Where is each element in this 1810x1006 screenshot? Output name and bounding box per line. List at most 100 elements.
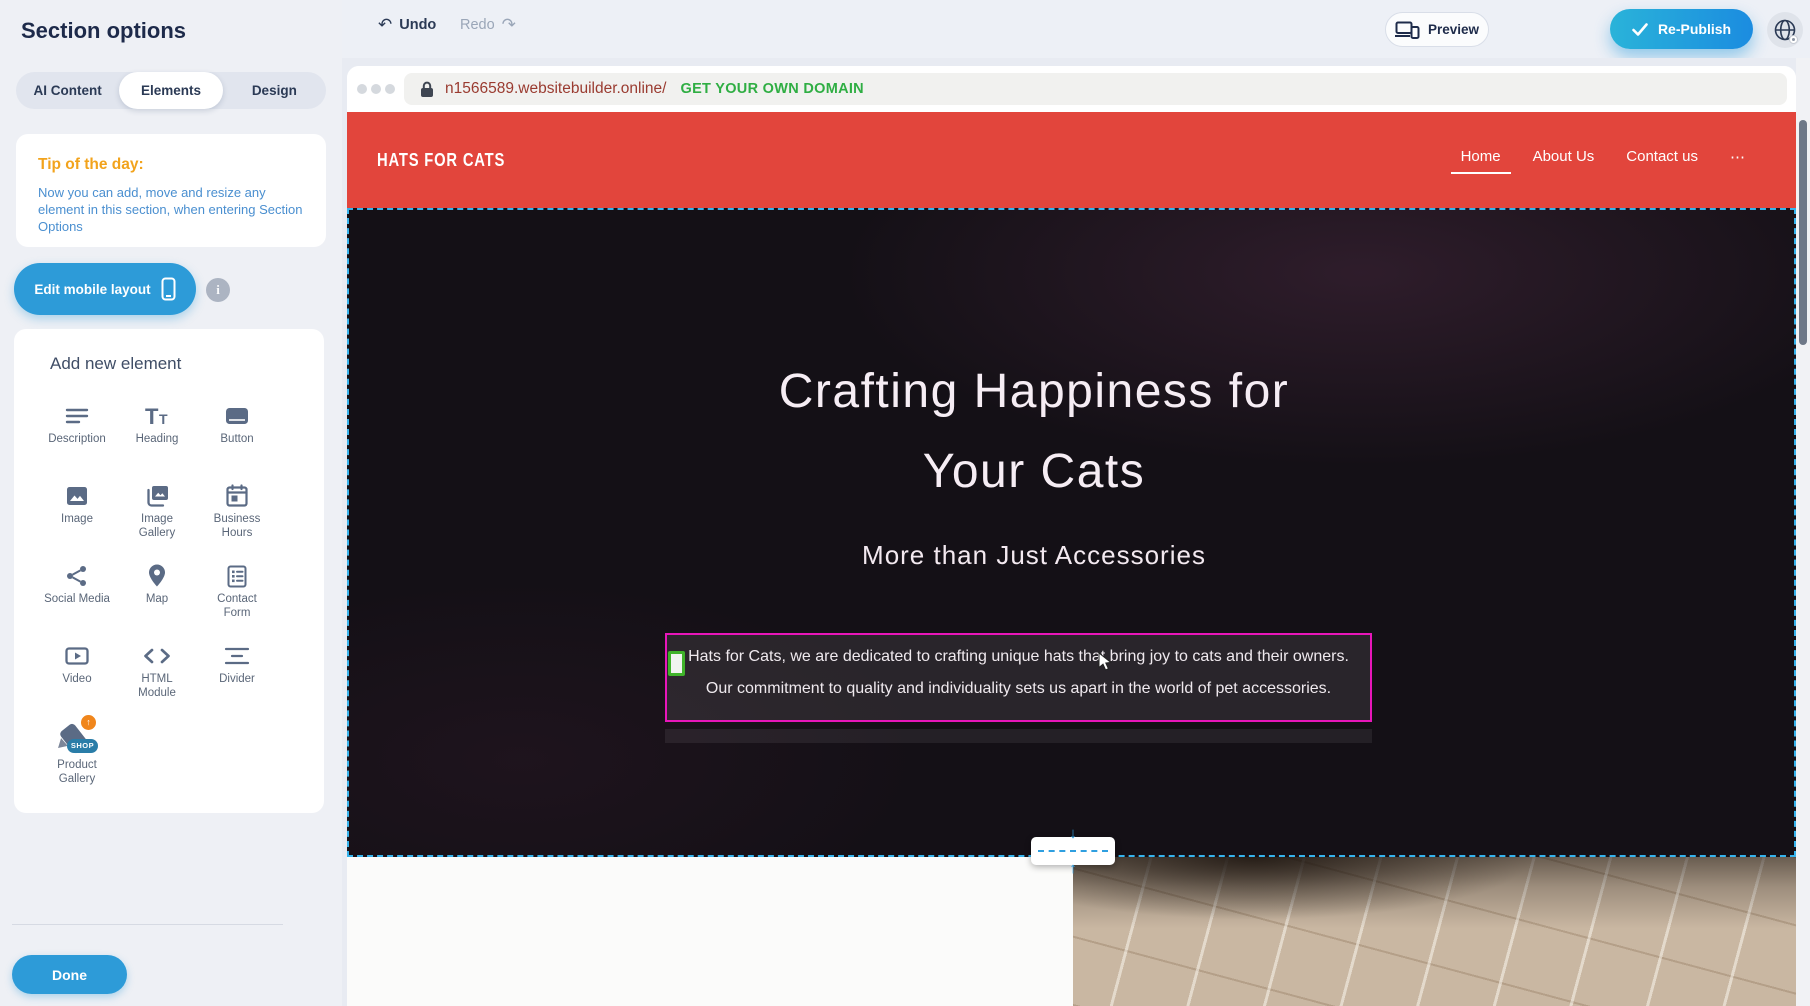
element-item-video[interactable]: Video: [37, 639, 117, 719]
resize-arrow-up-icon: ↑: [1069, 860, 1077, 877]
element-label: Contact Form: [217, 593, 257, 620]
republish-button[interactable]: Re-Publish: [1610, 9, 1753, 49]
globe-status-dot: [1789, 35, 1798, 44]
canvas-scrollbar-track: [1796, 58, 1810, 1006]
nav-item-about-us[interactable]: About Us: [1533, 148, 1595, 174]
section-options-panel: Section options AI Content Elements Desi…: [0, 0, 342, 1006]
map-pin-icon: [143, 559, 171, 593]
hero-heading-line1[interactable]: Crafting Happiness for: [347, 352, 1721, 432]
browser-chrome-bar: n1566589.websitebuilder.online/ GET YOUR…: [347, 66, 1796, 112]
hero-subheading[interactable]: More than Just Accessories: [347, 540, 1721, 571]
element-item-map[interactable]: Map: [117, 559, 197, 639]
html-module-icon: [142, 639, 172, 673]
nav-item-contact-us[interactable]: Contact us: [1626, 148, 1698, 174]
add-new-element-title: Add new element: [50, 354, 181, 374]
element-label: Button: [220, 433, 253, 447]
button-icon: [223, 399, 251, 433]
element-label: Social Media: [44, 593, 110, 607]
element-item-image[interactable]: Image: [37, 479, 117, 559]
edit-mobile-layout-label: Edit mobile layout: [34, 282, 150, 297]
selected-text-element[interactable]: Hats for Cats, we are dedicated to craft…: [665, 633, 1372, 722]
video-icon: [63, 639, 91, 673]
element-label: HTML Module: [138, 673, 176, 700]
resize-dashed-line: [1038, 850, 1108, 852]
element-label: Divider: [219, 673, 255, 687]
redo-button[interactable]: Redo ↷: [460, 15, 516, 35]
tip-of-the-day-card: Tip of the day: Now you can add, move an…: [16, 134, 326, 247]
browser-address-bar: n1566589.websitebuilder.online/ GET YOUR…: [404, 73, 1787, 105]
business-hours-icon: [223, 479, 251, 513]
element-item-divider[interactable]: Divider: [197, 639, 277, 719]
image-icon: [63, 479, 91, 513]
edit-mobile-layout-button[interactable]: Edit mobile layout: [14, 263, 196, 315]
check-icon: [1632, 23, 1648, 36]
element-item-business-hours[interactable]: Business Hours: [197, 479, 277, 559]
element-label: Heading: [136, 433, 179, 447]
editor-canvas: n1566589.websitebuilder.online/ GET YOUR…: [342, 58, 1810, 1006]
lock-icon: [420, 81, 434, 98]
undo-label: Undo: [399, 17, 436, 33]
hero-copy: Crafting Happiness for Your Cats More th…: [347, 208, 1721, 571]
element-item-description[interactable]: Description: [37, 399, 117, 479]
svg-text:T: T: [159, 411, 168, 427]
section-resize-handle[interactable]: ↓ ↑: [1031, 837, 1115, 865]
nav-item-home[interactable]: Home: [1461, 148, 1501, 174]
element-item-image-gallery[interactable]: Image Gallery: [117, 479, 197, 559]
panel-tabs: AI Content Elements Design: [16, 72, 326, 109]
mobile-phone-icon: [161, 277, 176, 301]
social-media-icon: [63, 559, 91, 593]
text-element-shadow-strip: [665, 729, 1372, 743]
site-logo[interactable]: HATS FOR CATS: [377, 150, 505, 171]
hero-body-line1: Hats for Cats, we are dedicated to craft…: [667, 646, 1370, 667]
devices-preview-icon: [1395, 21, 1420, 39]
undo-icon: ↶: [378, 15, 392, 35]
divider-icon: [223, 639, 251, 673]
hero-section[interactable]: Crafting Happiness for Your Cats More th…: [347, 208, 1796, 857]
hero-body-line2: Our commitment to quality and individual…: [667, 678, 1370, 699]
editor-topbar: ↶ Undo Redo ↷ Preview Re-Publish: [342, 0, 1810, 58]
redo-icon: ↷: [502, 15, 516, 35]
undo-button[interactable]: ↶ Undo: [378, 15, 436, 35]
tab-ai-content[interactable]: AI Content: [16, 72, 119, 109]
redo-label: Redo: [460, 17, 495, 33]
element-grid: Description T T Heading: [37, 399, 277, 799]
element-label: Description: [48, 433, 106, 447]
tip-title: Tip of the day:: [38, 156, 144, 174]
tip-body: Now you can add, move and resize any ele…: [38, 184, 310, 235]
add-new-element-card: Add new element Description T T Heading: [14, 329, 324, 813]
svg-text:T: T: [145, 404, 159, 429]
heading-icon: T T: [143, 399, 171, 433]
element-item-product-gallery[interactable]: ↑ SHOP Product Gallery: [37, 719, 117, 799]
element-item-contact-form[interactable]: Contact Form: [197, 559, 277, 639]
language-globe-button[interactable]: [1767, 12, 1803, 48]
resize-arrow-down-icon: ↓: [1069, 825, 1077, 842]
nav-overflow-menu[interactable]: ⋯: [1730, 148, 1745, 175]
element-drag-handle[interactable]: [668, 651, 685, 676]
site-header: HATS FOR CATS Home About Us Contact us ⋯: [347, 112, 1796, 208]
tab-elements[interactable]: Elements: [119, 72, 222, 109]
mouse-cursor: [1098, 652, 1112, 672]
info-icon[interactable]: i: [206, 278, 230, 302]
website-builder-app: { "panel": { "title": "Section options",…: [0, 0, 1810, 1006]
canvas-scrollbar-thumb[interactable]: [1799, 120, 1807, 345]
element-label: Image Gallery: [139, 513, 175, 540]
hero-heading-line2[interactable]: Your Cats: [347, 432, 1721, 512]
element-label: Image: [61, 513, 93, 527]
tab-design[interactable]: Design: [223, 72, 326, 109]
element-label: Video: [62, 673, 91, 687]
element-item-social-media[interactable]: Social Media: [37, 559, 117, 639]
republish-label: Re-Publish: [1658, 21, 1731, 37]
done-button[interactable]: Done: [12, 955, 127, 994]
preview-label: Preview: [1428, 22, 1479, 37]
element-item-html-module[interactable]: HTML Module: [117, 639, 197, 719]
element-item-button[interactable]: Button: [197, 399, 277, 479]
tiled-floor-photo: [1073, 857, 1796, 1006]
contact-form-icon: [223, 559, 251, 593]
get-your-own-domain-link[interactable]: GET YOUR OWN DOMAIN: [680, 81, 863, 97]
image-gallery-icon: [143, 479, 171, 513]
element-item-heading[interactable]: T T Heading: [117, 399, 197, 479]
preview-button[interactable]: Preview: [1385, 12, 1489, 47]
panel-divider: [12, 924, 283, 925]
product-gallery-icon: ↑ SHOP: [56, 719, 98, 759]
page-title: Section options: [21, 18, 186, 44]
